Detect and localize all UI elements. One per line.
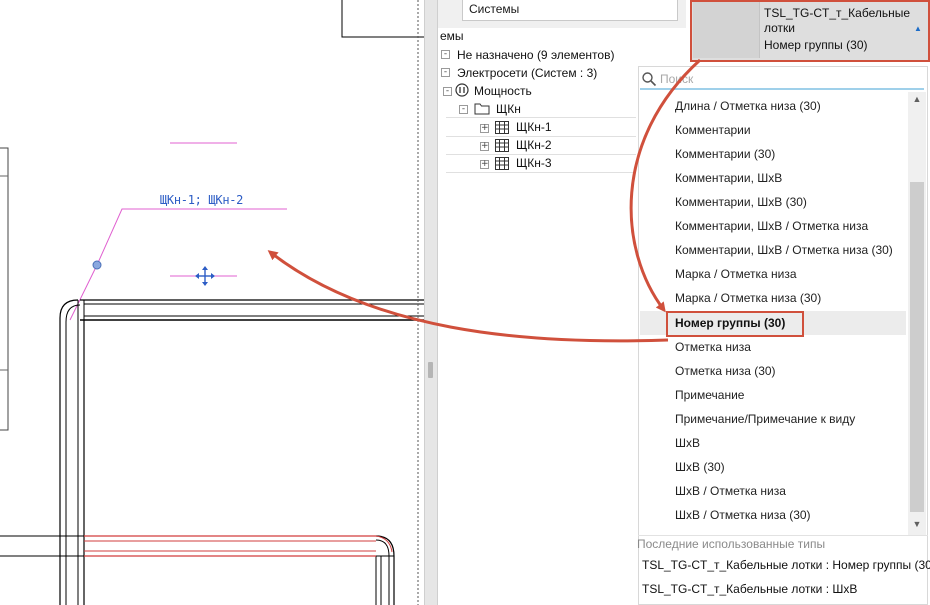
list-item[interactable]: ШхВ <box>640 431 906 455</box>
list-item[interactable]: ШхВ (30) <box>640 455 906 479</box>
collapse-icon[interactable]: - <box>459 105 468 114</box>
tree-item-panel-group[interactable]: ЩКн <box>496 100 521 118</box>
scroll-thumb[interactable] <box>910 182 924 512</box>
list-item[interactable]: Примечание/Примечание к виду <box>640 407 906 431</box>
tree-item-panel-2[interactable]: ЩКн-2 <box>516 136 552 154</box>
list-item[interactable]: Комментарии, ШхВ / Отметка низа <box>640 214 906 238</box>
type-preview-thumbnail <box>693 2 760 58</box>
list-item[interactable]: Комментарии <box>640 118 906 142</box>
tree-item-unassigned[interactable]: Не назначено (9 элементов) <box>457 46 614 64</box>
list-item[interactable]: Отметка низа <box>640 335 906 359</box>
selected-cable-tray[interactable] <box>84 535 393 557</box>
type-family-name: TSL_TG-CT_т_Кабельные <box>764 6 911 20</box>
panel-board-icon <box>495 121 509 134</box>
move-cross-icon[interactable] <box>195 266 215 286</box>
list-item[interactable]: Марка / Отметка низа <box>640 262 906 286</box>
list-item[interactable]: Комментарии, ШхВ <box>640 166 906 190</box>
search-input[interactable] <box>660 70 910 88</box>
list-item[interactable]: Комментарии, ШхВ / Отметка низа (30) <box>640 238 906 262</box>
list-item[interactable]: Марка / Отметка низа (30) <box>640 286 906 310</box>
panel-board-icon <box>495 139 509 152</box>
panel-splitter[interactable] <box>424 0 438 605</box>
drawing-canvas[interactable]: ЩКн-1; ЩКн-2 <box>0 0 424 605</box>
dropdown-caret-icon[interactable]: ▲ <box>914 24 922 33</box>
tree-header-label: емы <box>440 29 464 43</box>
scroll-up-icon[interactable]: ▲ <box>908 92 926 106</box>
recent-divider <box>638 535 928 536</box>
recent-types-header: Последние использованные типы <box>637 537 826 551</box>
panel-board-icon <box>495 157 509 170</box>
expand-icon[interactable]: + <box>480 142 489 151</box>
list-item[interactable]: Отметка низа (30) <box>640 359 906 383</box>
folder-icon <box>474 103 490 115</box>
splitter-grip[interactable] <box>428 362 433 378</box>
drawing-svg <box>0 0 424 605</box>
expand-icon[interactable]: + <box>480 124 489 133</box>
leader-grip[interactable] <box>92 260 102 270</box>
search-icon <box>642 72 657 87</box>
list-item[interactable]: Комментарии (30) <box>640 142 906 166</box>
tree-item-panel-3[interactable]: ЩКн-3 <box>516 154 552 172</box>
recent-type-item[interactable]: TSL_TG-CT_т_Кабельные лотки : ШхВ <box>642 582 857 596</box>
tag-leader-line <box>69 208 287 321</box>
cable-tray[interactable] <box>0 299 424 605</box>
list-item[interactable]: Примечание <box>640 383 906 407</box>
view-frame <box>341 0 424 38</box>
tree-item-panel-1[interactable]: ЩКн-1 <box>516 118 552 136</box>
systems-selector[interactable]: Системы <box>462 0 678 21</box>
recent-type-item[interactable]: TSL_TG-CT_т_Кабельные лотки : Номер груп… <box>642 558 930 572</box>
collapse-icon[interactable]: - <box>441 68 450 77</box>
expand-icon[interactable]: + <box>480 160 489 169</box>
tree-item-power-systems[interactable]: Электросети (Систем : 3) <box>457 64 597 82</box>
type-name: Номер группы (30) <box>764 38 868 52</box>
scroll-down-icon[interactable]: ▼ <box>908 517 926 531</box>
power-circuit-icon <box>455 83 469 97</box>
left-frame <box>0 147 9 431</box>
list-item[interactable]: ШхВ / Отметка низа (30) <box>640 503 906 527</box>
list-item[interactable]: Длина / Отметка низа (30) <box>640 94 906 118</box>
selection-highlight-frame <box>666 311 804 337</box>
tree-item-power[interactable]: Мощность <box>474 82 532 100</box>
type-family-name-cont: лотки <box>764 21 795 35</box>
list-item[interactable]: ШхВ / Отметка низа <box>640 479 906 503</box>
collapse-icon[interactable]: - <box>441 50 450 59</box>
tag-label[interactable]: ЩКн-1; ЩКн-2 <box>160 193 243 207</box>
row-divider <box>446 172 636 173</box>
list-item[interactable]: Комментарии, ШхВ (30) <box>640 190 906 214</box>
collapse-icon[interactable]: - <box>443 87 452 96</box>
